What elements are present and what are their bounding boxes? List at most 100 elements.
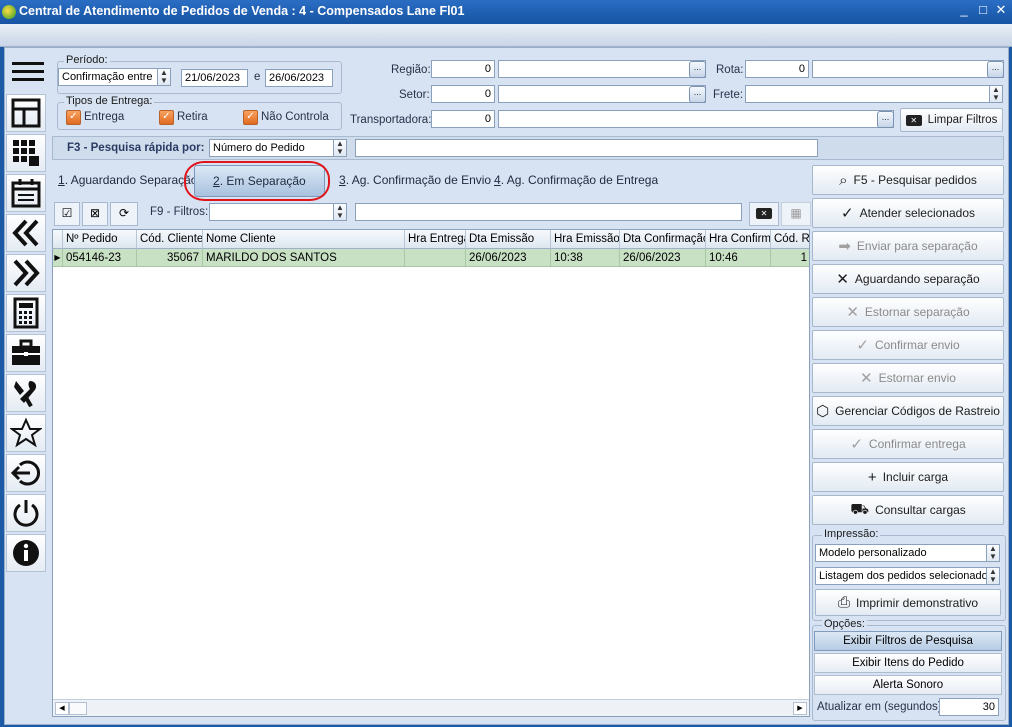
column-header-hra-entrega[interactable]: Hra Entrega [405, 230, 466, 249]
search-orders-button[interactable]: ⌕ F5 - Pesquisar pedidos [812, 165, 1004, 195]
check-icon: ✓ [850, 436, 863, 453]
setor-code-input[interactable]: 0 [431, 85, 495, 103]
f9-filter-field-spin[interactable]: ▲ ▼ [333, 203, 347, 221]
cell-hra-entrega[interactable] [405, 249, 466, 267]
tab-ag-confirmacao-entrega[interactable]: 4. Ag. Confirmação de Entrega [494, 167, 658, 193]
maximize-button[interactable]: □ [974, 2, 992, 17]
frete-spin[interactable]: ▲ ▼ [989, 85, 1003, 103]
clear-filter-button[interactable]: ✕ [749, 202, 779, 226]
invert-selection-icon[interactable]: ⟳ [110, 202, 138, 226]
quick-search-input[interactable] [355, 139, 818, 157]
column-header-cod-re[interactable]: Cód. Re [771, 230, 809, 249]
confirm-shipping-button[interactable]: ✓ Confirmar envio [812, 330, 1004, 360]
logout-icon[interactable] [6, 454, 46, 492]
column-header-hra-emissao[interactable]: Hra Emissão [551, 230, 620, 249]
rota-name-input[interactable] [812, 60, 1004, 78]
transportadora-lookup-button[interactable]: ... [877, 111, 894, 128]
calendar-icon[interactable] [6, 174, 46, 212]
column-header-nome-cliente[interactable]: Nome Cliente [203, 230, 405, 249]
sound-alert-toggle[interactable]: Alerta Sonoro [814, 675, 1002, 695]
tab-ag-confirmacao-envio[interactable]: 3. Ag. Confirmação de Envio [339, 167, 491, 193]
menu-icon[interactable] [8, 54, 48, 90]
print-listing-spin[interactable]: ▲ ▼ [986, 567, 1000, 585]
select-all-icon[interactable]: ☑ [54, 202, 80, 226]
checkbox-retira[interactable]: ✓ [159, 110, 174, 125]
tab-aguardando-separacao[interactable]: 1. Aguardando Separação [58, 167, 197, 193]
close-button[interactable]: ✕ [992, 2, 1010, 18]
date-from-input[interactable]: 21/06/2023 [181, 69, 248, 87]
rota-lookup-button[interactable]: ... [987, 61, 1004, 78]
double-right-icon[interactable] [6, 254, 46, 292]
grid-apps-icon[interactable] [6, 134, 46, 172]
column-header-cod-cliente[interactable]: Cód. Cliente [137, 230, 203, 249]
checkbox-nao-controla[interactable]: ✓ [243, 110, 258, 125]
attend-selected-button[interactable]: ✓ Atender selecionados [812, 198, 1004, 228]
rota-code-input[interactable]: 0 [745, 60, 809, 78]
date-to-input[interactable]: 26/06/2023 [265, 69, 333, 87]
column-header-dta-confirmacao[interactable]: Dta Confirmação [620, 230, 706, 249]
cell-nome-cliente[interactable]: MARILDO DOS SANTOS [203, 249, 405, 267]
checkbox-retira-label: Retira [177, 111, 208, 123]
manage-tracking-codes-button[interactable]: ⬡ Gerenciar Códigos de Rastreio [812, 396, 1004, 426]
setor-lookup-button[interactable]: ... [689, 86, 706, 103]
frete-select[interactable] [745, 85, 990, 103]
reverse-separation-button[interactable]: ✕ Estornar separação [812, 297, 1004, 327]
print-model-spin[interactable]: ▲ ▼ [986, 544, 1000, 562]
calculator-icon[interactable] [6, 294, 46, 332]
column-header-hra-confirmacao[interactable]: Hra Confirmação [706, 230, 771, 249]
clear-filters-button[interactable]: ✕ Limpar Filtros [900, 108, 1003, 132]
print-statement-button[interactable]: ⎙ Imprimir demonstrativo [815, 589, 1001, 616]
cell-hra-confirmacao[interactable]: 10:46 [706, 249, 771, 267]
briefcase-icon[interactable] [6, 334, 46, 372]
f9-filter-input[interactable] [355, 203, 742, 221]
scroll-left-arrow[interactable]: ◀ [55, 702, 69, 715]
f9-filter-field-select[interactable] [209, 203, 335, 221]
periodo-type-select[interactable]: Confirmação entre [58, 68, 158, 86]
refresh-interval-input[interactable]: 30 [939, 698, 999, 716]
column-header-pedido[interactable]: Nº Pedido [63, 230, 137, 249]
cell-pedido[interactable]: 054146-23 [63, 249, 137, 267]
double-left-icon[interactable] [6, 214, 46, 252]
row-indicator[interactable]: ▶ [53, 249, 63, 267]
regiao-code-input[interactable]: 0 [431, 60, 495, 78]
star-icon[interactable] [6, 414, 46, 452]
reverse-shipping-button[interactable]: ✕ Estornar envio [812, 363, 1004, 393]
awaiting-separation-button[interactable]: ✕ Aguardando separação [812, 264, 1004, 294]
tools-icon[interactable] [6, 374, 46, 412]
cell-hra-emissao[interactable]: 10:38 [551, 249, 620, 267]
opcoes-label: Opções: [822, 618, 867, 630]
regiao-name-input[interactable] [498, 60, 706, 78]
layout-icon[interactable] [6, 94, 46, 132]
print-listing-select[interactable]: Listagem dos pedidos selecionados [815, 567, 987, 585]
regiao-lookup-button[interactable]: ... [689, 61, 706, 78]
column-header-dta-emissao[interactable]: Dta Emissão [466, 230, 551, 249]
cell-cod-cliente[interactable]: 35067 [137, 249, 203, 267]
include-load-button[interactable]: + Incluir carga [812, 462, 1004, 492]
cell-dta-confirmacao[interactable]: 26/06/2023 [620, 249, 706, 267]
show-search-filters-toggle[interactable]: Exibir Filtros de Pesquisa [814, 631, 1002, 651]
deselect-all-icon[interactable]: ⊠ [82, 202, 108, 226]
horizontal-scrollbar[interactable]: ◀ ▶ [53, 699, 809, 716]
print-model-select[interactable]: Modelo personalizado [815, 544, 987, 562]
confirm-delivery-button[interactable]: ✓ Confirmar entrega [812, 429, 1004, 459]
scroll-thumb[interactable] [69, 702, 87, 715]
info-icon[interactable] [6, 534, 46, 572]
transportadora-code-input[interactable]: 0 [431, 110, 495, 128]
send-to-separation-button[interactable]: ➡ Enviar para separação [812, 231, 1004, 261]
show-order-items-toggle[interactable]: Exibir Itens do Pedido [814, 653, 1002, 673]
checkbox-entrega[interactable]: ✓ [66, 110, 81, 125]
minimize-button[interactable]: _ [955, 2, 973, 17]
quick-search-field-select[interactable]: Número do Pedido [209, 139, 335, 157]
transportadora-name-input[interactable] [498, 110, 894, 128]
periodo-type-spin[interactable]: ▲ ▼ [157, 68, 171, 86]
quick-search-field-spin[interactable]: ▲ ▼ [333, 139, 347, 157]
cell-cod-re[interactable]: 1 [771, 249, 809, 267]
consult-loads-button[interactable]: ⛟ Consultar cargas [812, 495, 1004, 525]
calendar-filter-icon[interactable]: ▦ [781, 202, 811, 226]
power-icon[interactable] [6, 494, 46, 532]
tab-em-separacao[interactable]: 2. Em Separação [194, 165, 325, 197]
refresh-interval-label: Atualizar em (segundos): [817, 701, 945, 713]
setor-name-input[interactable] [498, 85, 706, 103]
scroll-right-arrow[interactable]: ▶ [793, 702, 807, 715]
cell-dta-emissao[interactable]: 26/06/2023 [466, 249, 551, 267]
